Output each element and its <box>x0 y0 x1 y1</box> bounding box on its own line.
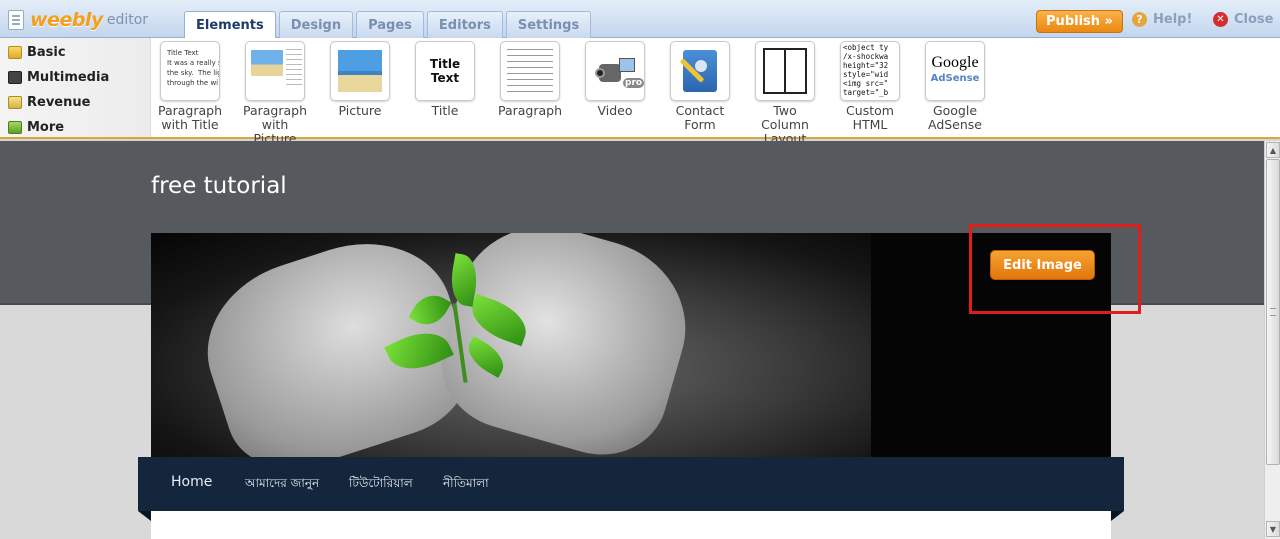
tab-elements[interactable]: Elements <box>184 11 276 39</box>
google-wordmark: Google <box>931 54 979 71</box>
adsense-wordmark: AdSense <box>930 73 980 84</box>
edit-image-button[interactable]: Edit Image <box>990 250 1095 280</box>
nav-fold-right <box>1111 511 1124 521</box>
category-revenue[interactable]: Revenue <box>0 90 150 115</box>
logo-brand: weebly <box>30 9 103 31</box>
category-label: More <box>27 120 65 135</box>
element-two-column-layout[interactable]: Two Column Layout <box>750 41 820 146</box>
element-contact-form[interactable]: Contact Form <box>665 41 735 132</box>
arrow-right-icon <box>8 121 22 134</box>
editor-canvas: free tutorial Edit Image Home আমাদের জান… <box>0 141 1264 539</box>
paragraph-lines-decor <box>507 49 553 93</box>
basic-icon <box>8 46 22 59</box>
element-label: Picture <box>338 103 382 118</box>
logo-subtitle: editor <box>106 12 149 28</box>
nav-tutorial[interactable]: টিউটোরিয়াল <box>349 475 413 495</box>
contact-book-icon <box>670 41 730 101</box>
weebly-logo: weebly editor <box>8 7 148 33</box>
element-paragraph-with-title[interactable]: Title Text It was a really s the sky. Th… <box>155 41 225 132</box>
category-multimedia[interactable]: Multimedia <box>0 65 150 90</box>
tab-design[interactable]: Design <box>278 11 354 38</box>
close-label: Close <box>1234 12 1274 27</box>
paragraph-icon <box>500 41 560 101</box>
camcorder-graphic: pro <box>595 56 644 88</box>
x-circle-icon: ✕ <box>1213 12 1228 27</box>
element-label: Paragraph with Title <box>157 103 223 132</box>
arrow-down-icon[interactable]: ▼ <box>1266 521 1280 537</box>
mini-picture <box>251 50 283 76</box>
tab-editors[interactable]: Editors <box>426 11 503 38</box>
element-label: Paragraph <box>497 103 563 118</box>
help-label: Help! <box>1153 12 1193 27</box>
header-banner-image[interactable] <box>151 233 1111 457</box>
beach-picture <box>338 50 382 92</box>
vertical-scrollbar[interactable]: ▲ ▼ <box>1264 141 1280 539</box>
site-navigation: Home আমাদের জানুন টিউটোরিয়াল নীতিমালা <box>138 457 1124 511</box>
preview-text: Title Text It was a really s the sky. Th… <box>167 49 219 87</box>
grip-icon <box>1270 308 1276 316</box>
adsense-logo: Google AdSense <box>931 55 980 87</box>
code-preview: <object ty /x-shockwa height="32 style="… <box>843 43 889 97</box>
category-label: Multimedia <box>27 70 110 85</box>
element-paragraph-with-picture[interactable]: Paragraph with Picture <box>240 41 310 146</box>
element-label: Custom HTML <box>846 103 894 132</box>
element-paragraph[interactable]: Paragraph <box>495 41 565 118</box>
close-button[interactable]: ✕ Close <box>1213 12 1273 27</box>
nav-policy[interactable]: নীতিমালা <box>443 475 489 495</box>
element-video[interactable]: pro Video <box>580 41 650 118</box>
nav-about-us[interactable]: আমাদের জানুন <box>245 475 319 495</box>
category-label: Basic <box>27 45 66 60</box>
film-icon <box>8 71 22 84</box>
scrollbar-thumb[interactable] <box>1266 159 1280 465</box>
tab-pages[interactable]: Pages <box>356 11 424 38</box>
publish-button[interactable]: Publish » <box>1036 10 1123 33</box>
element-label: Google AdSense <box>927 103 983 132</box>
content-area <box>151 511 1111 539</box>
element-google-adsense[interactable]: Google AdSense Google AdSense <box>920 41 990 132</box>
category-label: Revenue <box>27 95 91 110</box>
paragraph-with-title-icon: Title Text It was a really s the sky. Th… <box>160 41 220 101</box>
title-icon: Title Text <box>415 41 475 101</box>
element-custom-html[interactable]: <object ty /x-shockwa height="32 style="… <box>835 41 905 132</box>
category-list: Basic Multimedia Revenue More <box>0 38 151 137</box>
pro-badge: pro <box>623 78 644 88</box>
top-bar: weebly editor Elements Design Pages Edit… <box>0 0 1280 39</box>
folder-icon <box>8 96 22 109</box>
nav-fold-left <box>138 511 151 521</box>
element-label: Contact Form <box>675 103 725 132</box>
logo-doc-icon <box>8 10 24 30</box>
paragraph-with-picture-icon <box>245 41 305 101</box>
category-more[interactable]: More <box>0 115 150 140</box>
google-adsense-icon: Google AdSense <box>925 41 985 101</box>
video-camera-icon: pro <box>585 41 645 101</box>
category-basic[interactable]: Basic <box>0 40 150 65</box>
site-title[interactable]: free tutorial <box>151 173 287 199</box>
two-column-icon <box>755 41 815 101</box>
tab-settings[interactable]: Settings <box>505 11 592 38</box>
element-label: Paragraph with Picture <box>242 103 308 146</box>
element-picture[interactable]: Picture <box>325 41 395 118</box>
element-label: Video <box>597 103 633 118</box>
element-label: Two Column Layout <box>761 103 809 146</box>
title-preview: Title Text <box>429 57 461 85</box>
text-lines-decor <box>286 49 302 89</box>
main-tabs: Elements Design Pages Editors Settings <box>184 11 594 39</box>
element-title[interactable]: Title Text Title <box>410 41 480 118</box>
columns-graphic <box>763 48 807 94</box>
picture-icon <box>330 41 390 101</box>
elements-toolbar: Basic Multimedia Revenue More Title Text… <box>0 38 1280 146</box>
code-icon: <object ty /x-shockwa height="32 style="… <box>840 41 900 101</box>
question-circle-icon: ? <box>1132 12 1147 27</box>
help-button[interactable]: ? Help! <box>1132 12 1192 27</box>
address-book-graphic <box>683 50 717 92</box>
nav-home[interactable]: Home <box>171 474 212 490</box>
arrow-up-icon[interactable]: ▲ <box>1266 142 1280 158</box>
element-label: Title <box>431 103 459 118</box>
